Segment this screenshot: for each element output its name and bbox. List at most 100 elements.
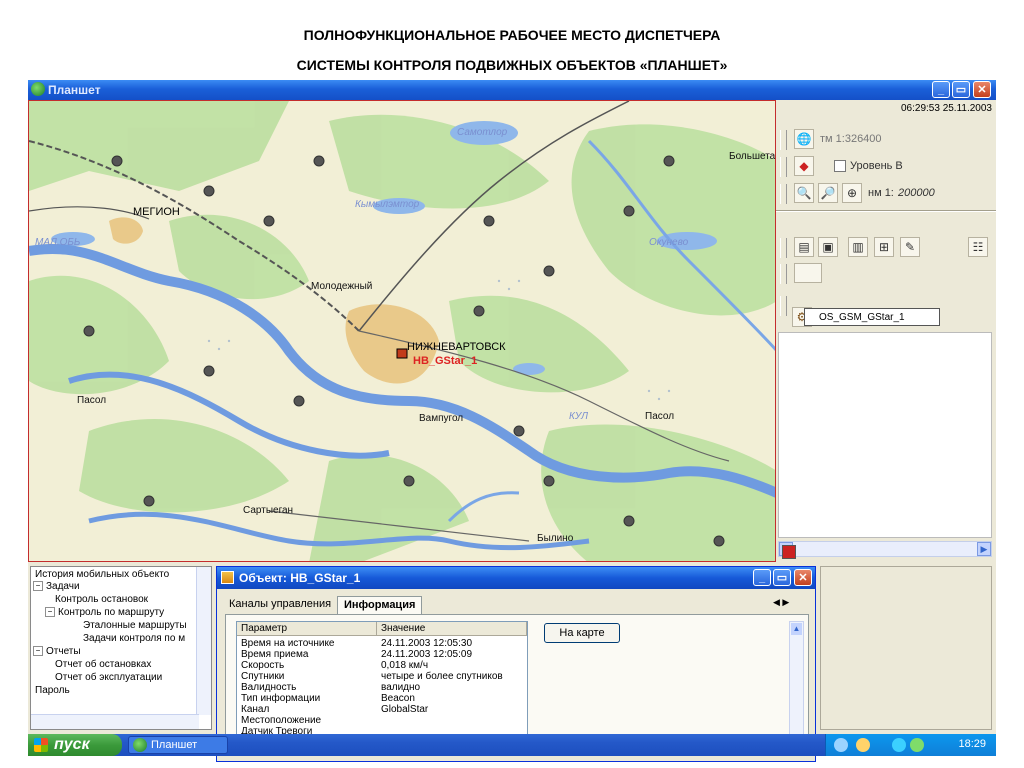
- dialog-title: Объект: НВ_GStar_1: [239, 571, 361, 585]
- collapse-icon[interactable]: −: [45, 607, 55, 618]
- table-cell-parameter[interactable]: Время на источнике: [241, 638, 335, 649]
- panel-horizontal-scrollbar[interactable]: ◀ ▶: [778, 541, 992, 557]
- map-city-label: МЕГИОН: [133, 206, 180, 218]
- table-cell-value[interactable]: 24.11.2003 12:05:09: [381, 649, 472, 660]
- tree-item[interactable]: − Отчеты: [33, 646, 81, 657]
- user-icon[interactable]: [856, 738, 870, 752]
- panel-icon[interactable]: ▥: [848, 237, 868, 257]
- dialog-titlebar[interactable]: Объект: НВ_GStar_1 _ ▭ ✕: [217, 567, 815, 589]
- table-cell-value[interactable]: 0,018 км/ч: [381, 660, 428, 671]
- collapse-icon[interactable]: −: [33, 646, 43, 657]
- collapse-icon[interactable]: −: [33, 581, 43, 592]
- zoom-plus-icon[interactable]: ⊕: [842, 183, 862, 203]
- table-cell-value[interactable]: валидно: [381, 682, 420, 693]
- taskbar-task-planshet[interactable]: Планшет: [128, 736, 228, 754]
- security-icon[interactable]: [892, 738, 906, 752]
- tree-item[interactable]: История мобильных объекто: [35, 569, 169, 580]
- update-icon[interactable]: [910, 738, 924, 752]
- map-city-label: НИЖНЕВАРТОВСК: [407, 341, 506, 353]
- tree-item-label: Контроль остановок: [55, 594, 149, 605]
- tree-item[interactable]: Отчет об остановках: [55, 659, 151, 670]
- dialog-close-button[interactable]: ✕: [794, 569, 812, 586]
- map-graphics: [29, 101, 775, 561]
- table-cell-value[interactable]: Beacon: [381, 693, 415, 704]
- tree-item-label: Отчеты: [46, 646, 81, 657]
- tree-item[interactable]: Отчет об эксплуатации: [55, 672, 162, 683]
- table-cell-parameter[interactable]: Тип информации: [241, 693, 320, 704]
- navigation-tree[interactable]: История мобильных объекто − Задачи Контро…: [30, 566, 212, 730]
- zoom-in-icon[interactable]: 🔍: [794, 183, 814, 203]
- maximize-button[interactable]: ▭: [952, 81, 970, 98]
- tree-icon[interactable]: ⊞: [874, 237, 894, 257]
- show-on-map-button[interactable]: На карте: [544, 623, 620, 643]
- dialog-minimize-button[interactable]: _: [753, 569, 771, 586]
- zoom-out-icon[interactable]: 🔎: [818, 183, 838, 203]
- table-icon[interactable]: ▤: [794, 237, 814, 257]
- map-water-label: МАЛ.ОБЬ: [35, 237, 81, 248]
- scroll-right-icon[interactable]: ▶: [977, 542, 991, 556]
- table-cell-parameter[interactable]: Канал: [241, 704, 269, 715]
- tree-item[interactable]: Контроль остановок: [55, 594, 148, 605]
- tree-item[interactable]: Задачи контроля по м: [83, 633, 185, 644]
- table-cell-parameter[interactable]: Время приема: [241, 649, 308, 660]
- tree-vertical-scrollbar[interactable]: [196, 567, 211, 715]
- empty-row: [778, 262, 992, 286]
- table-header-parameter[interactable]: Параметр: [237, 622, 377, 636]
- tab-information[interactable]: Информация: [337, 596, 423, 615]
- map-water-label: Окунево: [649, 237, 689, 248]
- tree-item[interactable]: Пароль: [35, 685, 70, 696]
- network-icon[interactable]: [834, 738, 848, 752]
- toolbar-grip[interactable]: [780, 296, 787, 316]
- toolbar-grip[interactable]: [780, 238, 787, 258]
- object-selector[interactable]: OS_GSM_GStar_1: [804, 308, 940, 326]
- minimize-button[interactable]: _: [932, 81, 950, 98]
- table-cell-value[interactable]: GlobalStar: [381, 704, 428, 715]
- tree-item-label: Задачи: [46, 581, 80, 592]
- window-titlebar[interactable]: Планшет _ ▭ ✕: [28, 80, 996, 100]
- taskbar-task-label: Планшет: [151, 739, 198, 751]
- toolbar-grip[interactable]: [780, 157, 787, 177]
- toolbar-grip[interactable]: [780, 130, 787, 150]
- table-cell-parameter[interactable]: Валидность: [241, 682, 296, 693]
- taskbar: пуск Планшет 18:29: [28, 734, 996, 756]
- level-checkbox[interactable]: [834, 160, 846, 172]
- tree-item-label: Контроль по маршруту: [58, 607, 165, 618]
- table-header-value[interactable]: Значение: [377, 622, 527, 636]
- map-object-label[interactable]: НВ_GStar_1: [413, 355, 477, 367]
- tray-clock: 18:29: [958, 738, 986, 750]
- toolbar-grip[interactable]: [780, 264, 787, 284]
- tree-item-label: Эталонные маршруты: [83, 620, 187, 631]
- window-icon[interactable]: ▣: [818, 237, 838, 257]
- table-cell-value[interactable]: 24.11.2003 12:05:30: [381, 638, 472, 649]
- map-city-label: Былино: [537, 533, 574, 544]
- dialog-app-icon: [221, 571, 234, 584]
- globe-icon: [133, 738, 147, 752]
- settings-icon[interactable]: ☷: [968, 237, 988, 257]
- tree-item[interactable]: Эталонные маршруты: [83, 620, 187, 631]
- eraser-icon[interactable]: ✎: [900, 237, 920, 257]
- tab-scroll-arrows[interactable]: ◀ ▶: [773, 597, 789, 608]
- tree-item[interactable]: − Контроль по маршруту: [45, 607, 164, 618]
- tree-item-label: Отчет об остановках: [55, 659, 152, 670]
- map-canvas[interactable]: МЕГИОН НИЖНЕВАРТОВСК Молодежный Пасол Ва…: [28, 100, 776, 562]
- tab-control-channels[interactable]: Каналы управления: [223, 596, 337, 614]
- objects-list-area[interactable]: [778, 332, 992, 538]
- scroll-up-icon[interactable]: ▲: [791, 623, 802, 635]
- globe-icon[interactable]: 🌐: [794, 129, 814, 149]
- table-cell-parameter[interactable]: Скорость: [241, 660, 284, 671]
- system-tray: 18:29: [825, 734, 996, 756]
- tree-item[interactable]: − Задачи: [33, 581, 80, 592]
- tree-horizontal-scrollbar[interactable]: [31, 714, 199, 729]
- toolbar-grip[interactable]: [780, 184, 787, 204]
- map-city-label: Пасол: [645, 411, 675, 422]
- dialog-maximize-button[interactable]: ▭: [773, 569, 791, 586]
- blank-tool-button[interactable]: [794, 263, 822, 283]
- table-cell-value[interactable]: четыре и более спутников: [381, 671, 503, 682]
- close-button[interactable]: ✕: [973, 81, 991, 98]
- tree-item-label: История мобильных объекто: [35, 569, 170, 580]
- table-cell-parameter[interactable]: Спутники: [241, 671, 284, 682]
- start-button[interactable]: пуск: [28, 734, 122, 756]
- object-dialog: Объект: НВ_GStar_1 _ ▭ ✕ Каналы управлен…: [216, 566, 816, 762]
- diamond-icon[interactable]: ◆: [794, 156, 814, 176]
- table-cell-parameter[interactable]: Местоположение: [241, 715, 321, 726]
